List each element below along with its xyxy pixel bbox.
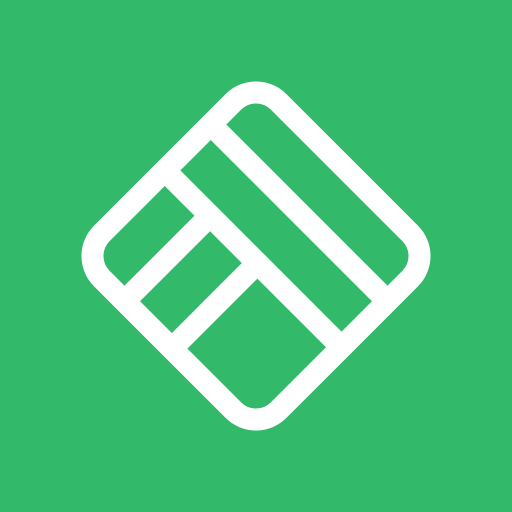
app-icon	[0, 0, 512, 512]
layout-grid-logo-icon	[0, 0, 512, 512]
